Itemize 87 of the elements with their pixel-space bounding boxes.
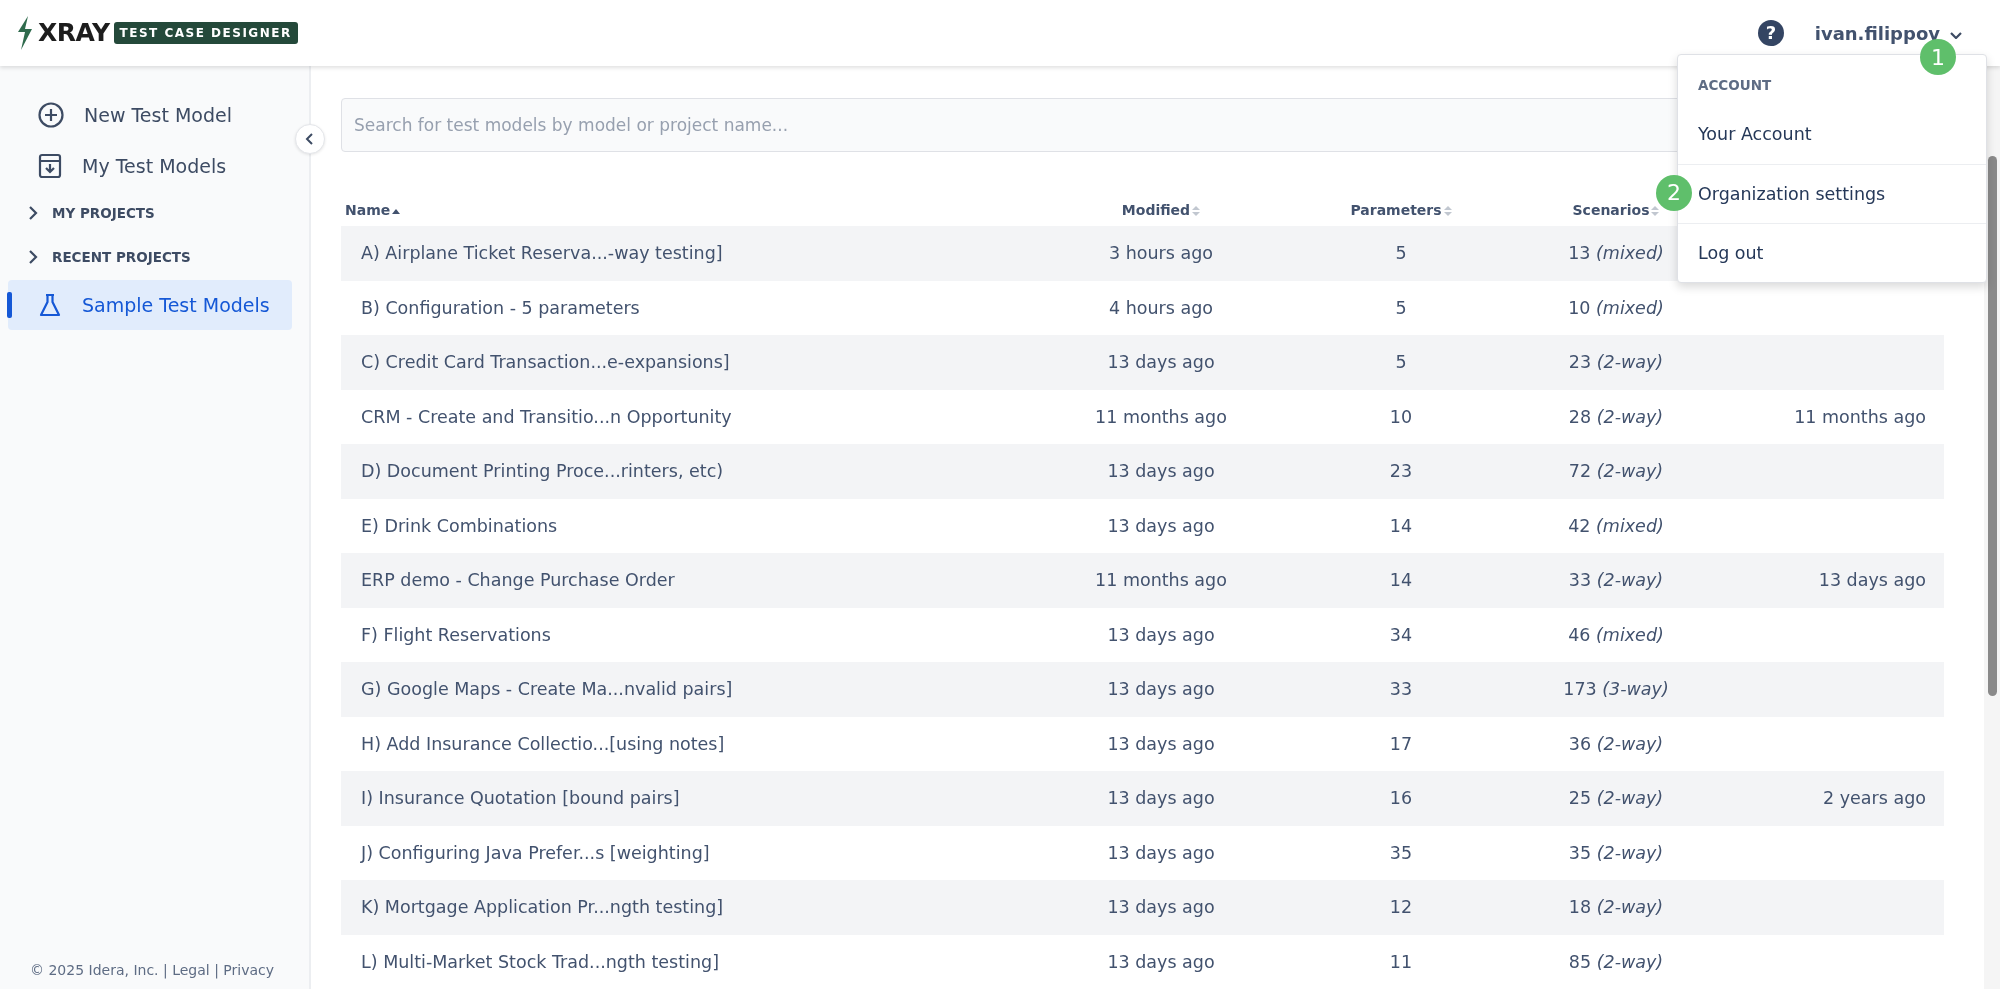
table-cell: 11 months ago — [1794, 406, 1926, 427]
lightning-logo-icon — [16, 16, 34, 50]
table-cell: 11 months ago — [1095, 570, 1227, 591]
table-cell: 25 (2-way) — [1568, 788, 1664, 809]
table-cell: 5 — [1395, 297, 1407, 318]
table-cell: 35 — [1389, 842, 1413, 863]
model-name-link[interactable]: E) Drink Combinations — [361, 515, 558, 536]
model-name-link[interactable]: L) Multi-Market Stock Trad...ngth testing] — [361, 951, 719, 972]
model-name-link[interactable]: C) Credit Card Transaction...e-expansions] — [361, 352, 730, 373]
table-cell: 42 (mixed) — [1568, 515, 1664, 536]
table-cell: 23 — [1389, 461, 1413, 482]
table-cell: 16 — [1389, 788, 1413, 809]
table-cell: 33 — [1389, 679, 1413, 700]
sidebar-item[interactable]: New Test Model — [8, 90, 292, 141]
model-name-link[interactable]: J) Configuring Java Prefer...s [weighting] — [361, 842, 710, 863]
table-cell: 13 days ago — [1107, 352, 1215, 373]
table-cell: 13 days ago — [1107, 679, 1215, 700]
selection-indicator — [7, 291, 12, 318]
menu-heading: ACCOUNT — [1698, 77, 1772, 93]
column-header[interactable]: Modified — [1121, 201, 1191, 218]
step-number-badge: 2 — [1656, 174, 1692, 211]
model-name-link[interactable]: H) Add Insurance Collectio...[using notes] — [361, 733, 725, 754]
step-number-badge: 1 — [1920, 39, 1956, 75]
table-cell: 34 — [1389, 624, 1413, 645]
column-header[interactable]: Name — [345, 201, 391, 218]
table-cell: 23 (2-way) — [1568, 352, 1664, 373]
table-cell: 35 (2-way) — [1568, 842, 1664, 863]
table-cell: 14 — [1389, 570, 1413, 591]
chevron-right-icon — [28, 250, 38, 265]
table-cell: 13 days ago — [1107, 842, 1215, 863]
table-cell: 13 days ago — [1107, 624, 1215, 645]
model-name-link[interactable]: I) Insurance Quotation [bound pairs] — [361, 788, 680, 809]
logo-wordmark: XRAY — [38, 17, 110, 50]
table-cell: 13 days ago — [1107, 951, 1215, 972]
table-cell: 13 (mixed) — [1568, 243, 1664, 264]
column-header[interactable]: Parameters — [1350, 201, 1442, 218]
model-name-link[interactable]: B) Configuration - 5 parameters — [361, 297, 640, 318]
table-cell: 11 months ago — [1095, 406, 1227, 427]
collapse-sidebar-button[interactable] — [295, 124, 325, 154]
sidebar-group-toggle[interactable]: MY PROJECTS — [8, 191, 175, 236]
table-cell: 3 hours ago — [1109, 243, 1213, 264]
sidebar-item[interactable]: Sample Test Models — [8, 279, 292, 330]
table-cell: 5 — [1395, 352, 1407, 373]
table-cell: 46 (mixed) — [1568, 624, 1664, 645]
plus-circle-icon — [38, 102, 64, 129]
table-cell: 18 (2-way) — [1568, 897, 1664, 918]
model-name-link[interactable]: CRM - Create and Transitio...n Opportunity — [361, 406, 732, 427]
menu-item[interactable]: Organization settings — [1694, 164, 1982, 223]
model-name-link[interactable]: G) Google Maps - Create Ma...nvalid pairs] — [361, 679, 733, 700]
chevron-left-icon — [305, 133, 315, 145]
footer-text: © 2025 Idera, Inc. | Legal | Privacy — [30, 961, 274, 981]
table-cell: 2 years ago — [1823, 788, 1926, 809]
table-cell: 14 — [1389, 515, 1413, 536]
table-cell: 13 days ago — [1107, 515, 1215, 536]
chevron-right-icon — [28, 206, 38, 221]
column-header[interactable]: Scenarios — [1572, 201, 1650, 218]
table-cell: 13 days ago — [1107, 788, 1215, 809]
model-name-link[interactable]: A) Airplane Ticket Reserva...-way testing] — [361, 243, 723, 264]
model-name-link[interactable]: ERP demo - Change Purchase Order — [361, 570, 675, 591]
table-cell: 17 — [1389, 733, 1413, 754]
flask-icon — [38, 292, 62, 317]
table-cell: 10 — [1389, 406, 1413, 427]
sidebar-item[interactable]: My Test Models — [8, 140, 292, 191]
download-box-icon — [38, 152, 62, 179]
menu-item[interactable]: Log out — [1694, 223, 1982, 282]
table-cell: 5 — [1395, 243, 1407, 264]
help-icon[interactable]: ? — [1756, 19, 1785, 47]
table-cell: 4 hours ago — [1109, 297, 1213, 318]
table-cell: 85 (2-way) — [1568, 951, 1664, 972]
sidebar-group-toggle[interactable]: RECENT PROJECTS — [8, 235, 211, 280]
table-cell: 13 days ago — [1107, 461, 1215, 482]
table-cell: 72 (2-way) — [1568, 461, 1664, 482]
scrollbar[interactable] — [1984, 66, 2000, 989]
model-name-link[interactable]: D) Document Printing Proce...rinters, etc) — [361, 461, 724, 482]
table-cell: 11 — [1389, 951, 1413, 972]
table-cell: 173 (3-way) — [1563, 679, 1669, 700]
table-cell: 13 days ago — [1107, 897, 1215, 918]
table-cell: 12 — [1389, 897, 1413, 918]
table-cell: 13 days ago — [1107, 733, 1215, 754]
table-cell: 13 days ago — [1818, 570, 1926, 591]
table-cell: 10 (mixed) — [1568, 297, 1664, 318]
model-name-link[interactable]: F) Flight Reservations — [361, 624, 551, 645]
logo-tagline: TEST CASE DESIGNER — [113, 22, 298, 44]
table-cell: 33 (2-way) — [1568, 570, 1664, 591]
table-cell: 28 (2-way) — [1568, 406, 1664, 427]
table-cell: 36 (2-way) — [1568, 733, 1664, 754]
model-name-link[interactable]: K) Mortgage Application Pr...ngth testing] — [361, 897, 724, 918]
